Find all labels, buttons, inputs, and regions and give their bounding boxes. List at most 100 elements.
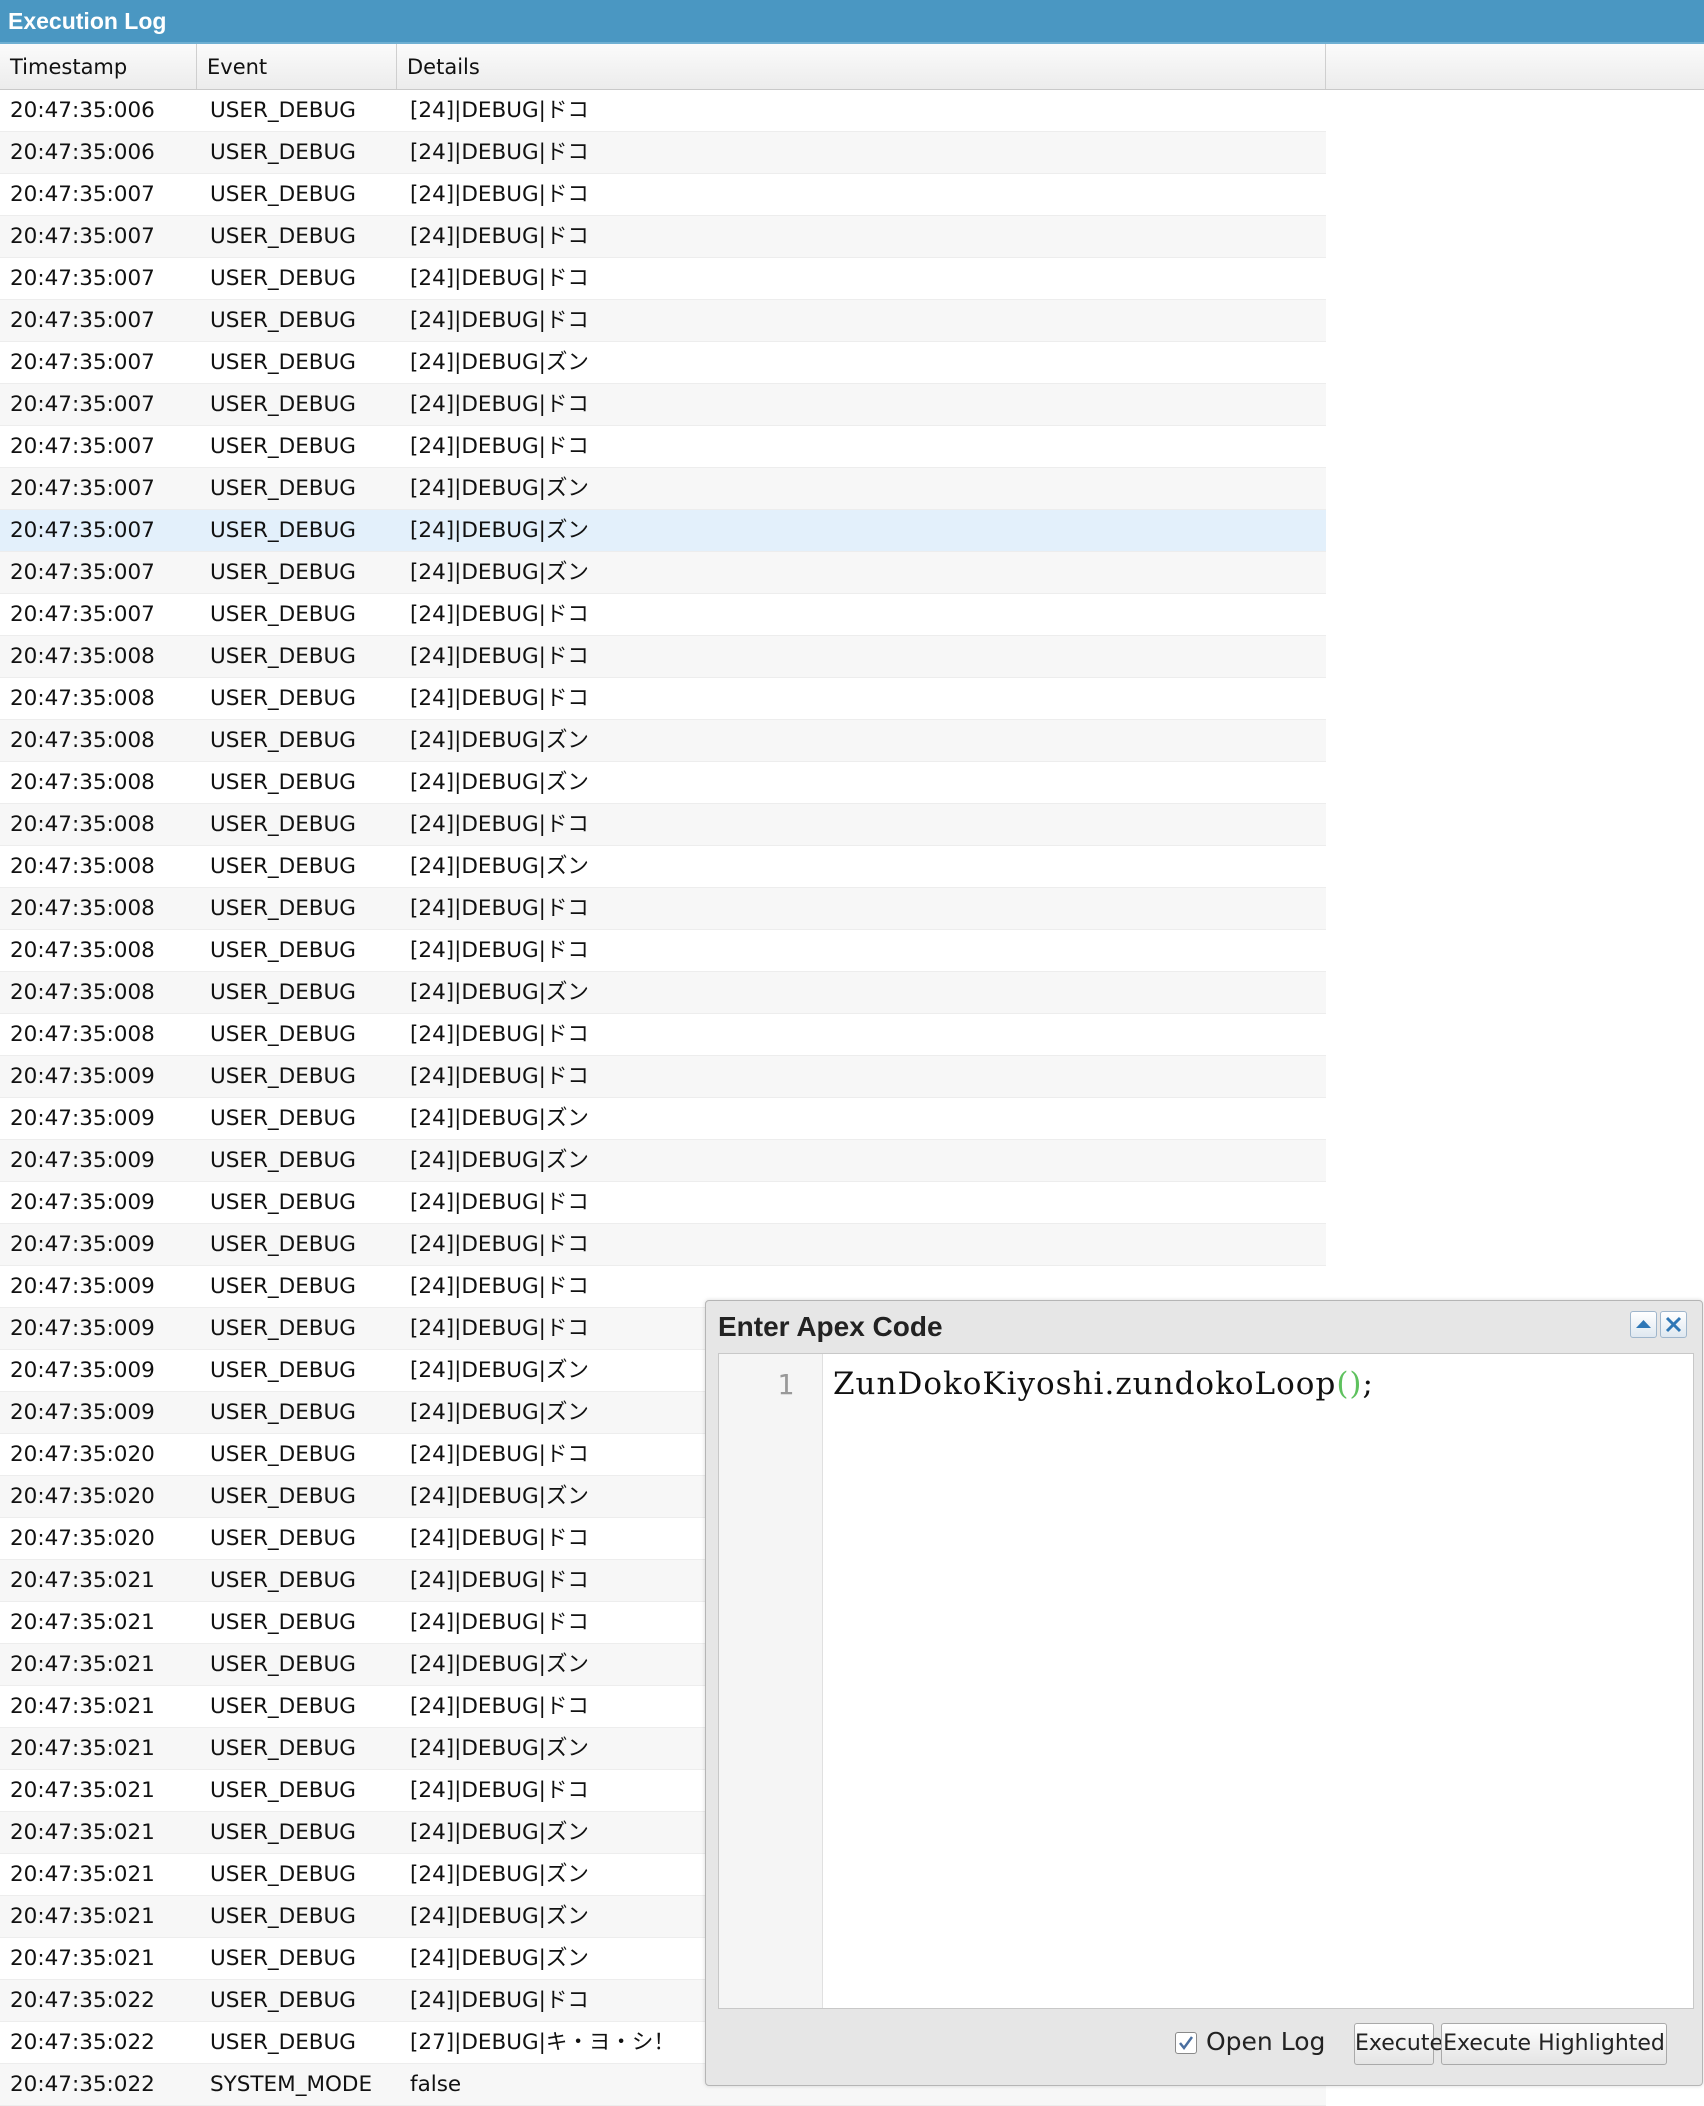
cell-event: USER_DEBUG (210, 140, 356, 165)
collapse-button[interactable] (1630, 1311, 1657, 1338)
cell-event: USER_DEBUG (210, 1946, 356, 1971)
table-row[interactable]: 20:47:35:007 USER_DEBUG [24]|DEBUG|ズン (0, 342, 1326, 384)
open-log-label[interactable]: Open Log (1206, 2027, 1325, 2056)
code-line[interactable]: ZunDokoKiyoshi.zundokoLoop(); (833, 1366, 1374, 1402)
cell-details: [27]|DEBUG|キ・ヨ・シ！ (410, 2030, 675, 2055)
close-button[interactable] (1660, 1311, 1687, 1338)
cell-event: USER_DEBUG (210, 1484, 356, 1509)
cell-details: [24]|DEBUG|ドコ (410, 1316, 589, 1341)
cell-event: SYSTEM_MODE (210, 2072, 373, 2097)
cell-timestamp: 20:47:35:009 (10, 1400, 155, 1425)
table-row[interactable]: 20:47:35:007 USER_DEBUG [24]|DEBUG|ドコ (0, 258, 1326, 300)
code-semicolon: ; (1362, 1366, 1374, 1402)
table-row[interactable]: 20:47:35:009 USER_DEBUG [24]|DEBUG|ドコ (0, 1182, 1326, 1224)
cell-event: USER_DEBUG (210, 98, 356, 123)
cell-details: [24]|DEBUG|ドコ (410, 1610, 589, 1635)
table-row[interactable]: 20:47:35:008 USER_DEBUG [24]|DEBUG|ズン (0, 846, 1326, 888)
table-row[interactable]: 20:47:35:008 USER_DEBUG [24]|DEBUG|ドコ (0, 636, 1326, 678)
table-row[interactable]: 20:47:35:009 USER_DEBUG [24]|DEBUG|ドコ (0, 1224, 1326, 1266)
table-row[interactable]: 20:47:35:007 USER_DEBUG [24]|DEBUG|ドコ (0, 594, 1326, 636)
cell-event: USER_DEBUG (210, 560, 356, 585)
cell-timestamp: 20:47:35:021 (10, 1736, 155, 1761)
cell-timestamp: 20:47:35:008 (10, 686, 155, 711)
table-row[interactable]: 20:47:35:007 USER_DEBUG [24]|DEBUG|ドコ (0, 426, 1326, 468)
table-row[interactable]: 20:47:35:007 USER_DEBUG [24]|DEBUG|ドコ (0, 384, 1326, 426)
cell-event: USER_DEBUG (210, 770, 356, 795)
table-row[interactable]: 20:47:35:008 USER_DEBUG [24]|DEBUG|ドコ (0, 930, 1326, 972)
table-row[interactable]: 20:47:35:008 USER_DEBUG [24]|DEBUG|ドコ (0, 678, 1326, 720)
cell-event: USER_DEBUG (210, 1862, 356, 1887)
table-row[interactable]: 20:47:35:008 USER_DEBUG [24]|DEBUG|ズン (0, 720, 1326, 762)
cell-timestamp: 20:47:35:020 (10, 1442, 155, 1467)
dialog-footer: Open Log Execute Execute Highlighted (718, 2011, 1694, 2073)
cell-event: USER_DEBUG (210, 518, 356, 543)
cell-details: [24]|DEBUG|ズン (410, 1400, 589, 1425)
table-row[interactable]: 20:47:35:008 USER_DEBUG [24]|DEBUG|ドコ (0, 804, 1326, 846)
cell-event: USER_DEBUG (210, 1736, 356, 1761)
table-row[interactable]: 20:47:35:008 USER_DEBUG [24]|DEBUG|ドコ (0, 888, 1326, 930)
table-row[interactable]: 20:47:35:008 USER_DEBUG [24]|DEBUG|ズン (0, 762, 1326, 804)
cell-event: USER_DEBUG (210, 1148, 356, 1173)
cell-event: USER_DEBUG (210, 1358, 356, 1383)
cell-event: USER_DEBUG (210, 476, 356, 501)
cell-details: [24]|DEBUG|ドコ (410, 182, 589, 207)
cell-event: USER_DEBUG (210, 1064, 356, 1089)
cell-details: [24]|DEBUG|ズン (410, 518, 589, 543)
cell-details: [24]|DEBUG|ドコ (410, 1274, 589, 1299)
cell-event: USER_DEBUG (210, 1232, 356, 1257)
cell-event: USER_DEBUG (210, 182, 356, 207)
column-header-event[interactable]: Event (197, 44, 397, 89)
execute-button[interactable]: Execute (1354, 2023, 1443, 2065)
cell-timestamp: 20:47:35:009 (10, 1190, 155, 1215)
cell-event: USER_DEBUG (210, 938, 356, 963)
cell-event: USER_DEBUG (210, 1022, 356, 1047)
cell-details: [24]|DEBUG|ドコ (410, 392, 589, 417)
cell-timestamp: 20:47:35:007 (10, 560, 155, 585)
cell-event: USER_DEBUG (210, 392, 356, 417)
table-row[interactable]: 20:47:35:009 USER_DEBUG [24]|DEBUG|ズン (0, 1140, 1326, 1182)
cell-timestamp: 20:47:35:021 (10, 1694, 155, 1719)
cell-event: USER_DEBUG (210, 1988, 356, 2013)
cell-timestamp: 20:47:35:007 (10, 182, 155, 207)
cell-event: USER_DEBUG (210, 266, 356, 291)
table-row[interactable]: 20:47:35:007 USER_DEBUG [24]|DEBUG|ドコ (0, 174, 1326, 216)
column-header-timestamp[interactable]: Timestamp (0, 44, 197, 89)
table-row[interactable]: 20:47:35:009 USER_DEBUG [24]|DEBUG|ドコ (0, 1056, 1326, 1098)
table-row[interactable]: 20:47:35:007 USER_DEBUG [24]|DEBUG|ドコ (0, 216, 1326, 258)
cell-details: [24]|DEBUG|ドコ (410, 1988, 589, 2013)
cell-details: [24]|DEBUG|ドコ (410, 1778, 589, 1803)
cell-event: USER_DEBUG (210, 350, 356, 375)
cell-details: [24]|DEBUG|ドコ (410, 602, 589, 627)
table-row[interactable]: 20:47:35:007 USER_DEBUG [24]|DEBUG|ズン (0, 510, 1326, 552)
table-row[interactable]: 20:47:35:007 USER_DEBUG [24]|DEBUG|ドコ (0, 300, 1326, 342)
cell-timestamp: 20:47:35:009 (10, 1232, 155, 1257)
cell-event: USER_DEBUG (210, 2030, 356, 2055)
table-row[interactable]: 20:47:35:009 USER_DEBUG [24]|DEBUG|ズン (0, 1098, 1326, 1140)
table-row[interactable]: 20:47:35:006 USER_DEBUG [24]|DEBUG|ドコ (0, 90, 1326, 132)
cell-timestamp: 20:47:35:006 (10, 98, 155, 123)
cell-timestamp: 20:47:35:008 (10, 938, 155, 963)
cell-timestamp: 20:47:35:009 (10, 1148, 155, 1173)
cell-details: [24]|DEBUG|ドコ (410, 1442, 589, 1467)
cell-event: USER_DEBUG (210, 896, 356, 921)
cell-details: false (410, 2072, 462, 2097)
cell-event: USER_DEBUG (210, 1610, 356, 1635)
column-header-details[interactable]: Details (397, 44, 1326, 89)
table-row[interactable]: 20:47:35:007 USER_DEBUG [24]|DEBUG|ズン (0, 468, 1326, 510)
code-editor[interactable]: 1 ZunDokoKiyoshi.zundokoLoop(); (718, 1353, 1694, 2009)
cell-details: [24]|DEBUG|ドコ (410, 98, 589, 123)
cell-details: [24]|DEBUG|ズン (410, 854, 589, 879)
cell-details: [24]|DEBUG|ドコ (410, 812, 589, 837)
checkmark-icon (1179, 2036, 1194, 2051)
open-log-checkbox[interactable] (1175, 2032, 1197, 2054)
cell-timestamp: 20:47:35:008 (10, 896, 155, 921)
table-row[interactable]: 20:47:35:006 USER_DEBUG [24]|DEBUG|ドコ (0, 132, 1326, 174)
cell-timestamp: 20:47:35:008 (10, 770, 155, 795)
execute-highlighted-button[interactable]: Execute Highlighted (1441, 2023, 1667, 2065)
table-row[interactable]: 20:47:35:008 USER_DEBUG [24]|DEBUG|ドコ (0, 1014, 1326, 1056)
table-row[interactable]: 20:47:35:008 USER_DEBUG [24]|DEBUG|ズン (0, 972, 1326, 1014)
line-number: 1 (777, 1368, 794, 1401)
table-row[interactable]: 20:47:35:007 USER_DEBUG [24]|DEBUG|ズン (0, 552, 1326, 594)
cell-event: USER_DEBUG (210, 1820, 356, 1845)
cell-timestamp: 20:47:35:007 (10, 266, 155, 291)
